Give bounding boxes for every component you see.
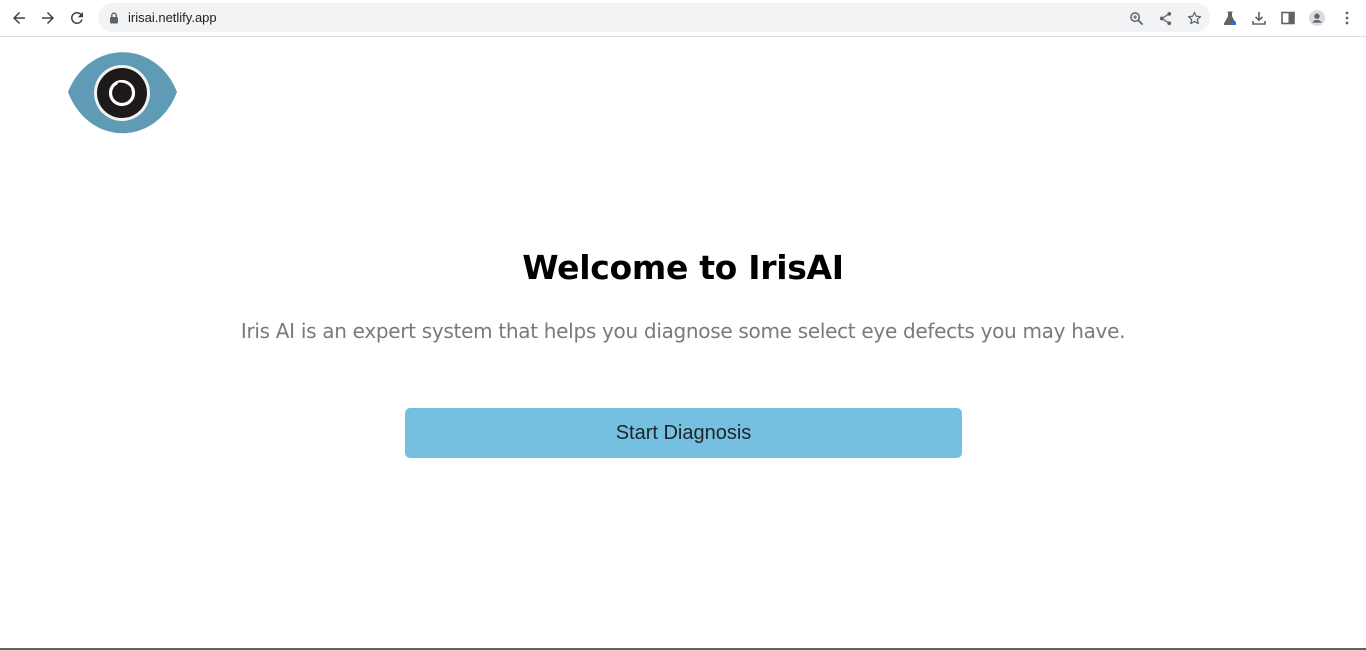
- eye-icon: [68, 52, 177, 134]
- zoom-icon: [1129, 11, 1143, 25]
- start-diagnosis-button[interactable]: Start Diagnosis: [405, 408, 962, 458]
- zoom-button[interactable]: [1127, 9, 1145, 27]
- browser-toolbar: irisai.netlify.app: [0, 0, 1366, 37]
- star-icon: [1187, 11, 1201, 24]
- downloads-button[interactable]: [1249, 8, 1269, 28]
- arrow-right-icon: [42, 12, 54, 24]
- side-panel-button[interactable]: [1278, 8, 1298, 28]
- page-title: Welcome to IrisAI: [522, 248, 844, 287]
- forward-button[interactable]: [36, 6, 60, 30]
- page-subtitle: Iris AI is an expert system that helps y…: [240, 319, 1126, 343]
- bookmark-button[interactable]: [1185, 9, 1203, 27]
- lock-icon: [110, 12, 118, 24]
- kebab-menu-icon: [1345, 11, 1349, 25]
- profile-button[interactable]: [1307, 8, 1327, 28]
- browser-menu-button[interactable]: [1337, 8, 1357, 28]
- address-bar[interactable]: irisai.netlify.app: [98, 3, 1210, 32]
- share-icon: [1159, 11, 1171, 25]
- reload-icon: [70, 11, 83, 24]
- back-button[interactable]: [7, 6, 31, 30]
- flask-icon: [1223, 11, 1237, 25]
- eye-logo[interactable]: [67, 51, 178, 135]
- page-content: Welcome to IrisAI Iris AI is an expert s…: [0, 38, 1366, 648]
- share-button[interactable]: [1156, 9, 1174, 27]
- side-panel-icon: [1281, 11, 1295, 25]
- profile-icon: [1309, 10, 1325, 26]
- download-icon: [1252, 12, 1266, 25]
- url-text[interactable]: irisai.netlify.app: [128, 10, 217, 25]
- arrow-left-icon: [13, 12, 25, 24]
- reload-button[interactable]: [65, 6, 89, 30]
- labs-button[interactable]: [1220, 8, 1240, 28]
